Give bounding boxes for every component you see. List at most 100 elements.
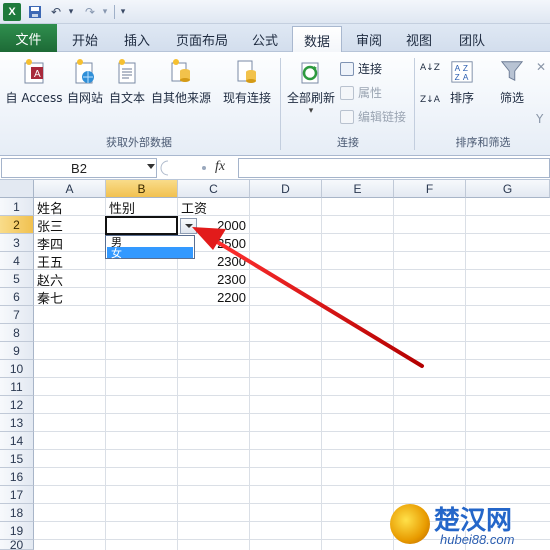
filter-label: 筛选 bbox=[499, 91, 524, 105]
tab-data[interactable]: 数据 bbox=[292, 26, 342, 53]
sort-a-to-z-icon: A↓Z bbox=[420, 63, 440, 73]
undo-dropdown-icon[interactable]: ▾ bbox=[66, 3, 76, 21]
tab-formulas[interactable]: 公式 bbox=[242, 26, 288, 52]
cell-c1[interactable]: 工资 bbox=[181, 198, 207, 217]
cell-name[interactable]: 赵六 bbox=[37, 270, 63, 289]
insert-function-icon[interactable]: fx bbox=[215, 159, 225, 175]
row-header[interactable]: 3 bbox=[0, 234, 34, 252]
advanced-filter-button[interactable]: Y bbox=[536, 112, 550, 126]
sort-z-to-a-button[interactable]: Z↓A bbox=[420, 95, 440, 105]
select-all-corner[interactable] bbox=[0, 180, 34, 198]
web-icon bbox=[73, 56, 97, 86]
from-text-label: 自文本 bbox=[108, 91, 145, 105]
refresh-all-dropdown-icon[interactable]: ▾ bbox=[309, 106, 314, 116]
column-header-d[interactable]: D bbox=[250, 180, 322, 198]
properties-button[interactable]: 属性 bbox=[340, 84, 382, 101]
refresh-all-button[interactable]: 全部刷新 ▾ bbox=[284, 56, 338, 116]
globe-logo-icon bbox=[390, 504, 430, 544]
cell-name[interactable]: 李四 bbox=[37, 234, 63, 253]
row-header[interactable]: 4 bbox=[0, 252, 34, 270]
tab-review[interactable]: 审阅 bbox=[346, 26, 392, 52]
redo-dropdown-icon[interactable]: ▾ bbox=[100, 3, 110, 21]
dropdown-option-female[interactable]: 女 bbox=[107, 247, 193, 260]
row-header[interactable]: 13 bbox=[0, 414, 34, 432]
column-header-a[interactable]: A bbox=[34, 180, 106, 198]
cell-salary[interactable]: 2200 bbox=[178, 288, 246, 306]
row-header[interactable]: 5 bbox=[0, 270, 34, 288]
properties-icon bbox=[340, 85, 354, 100]
cell-name[interactable]: 秦七 bbox=[37, 288, 63, 307]
row-header[interactable]: 20 bbox=[0, 538, 34, 550]
svg-text:A: A bbox=[34, 69, 41, 80]
tab-insert[interactable]: 插入 bbox=[112, 26, 162, 52]
row-header[interactable]: 14 bbox=[0, 432, 34, 450]
row-header[interactable]: 10 bbox=[0, 360, 34, 378]
cell-dropdown-button[interactable] bbox=[180, 218, 197, 234]
clear-filter-icon: ✕ bbox=[536, 60, 547, 74]
from-other-sources-label: 自其他来源 bbox=[150, 91, 211, 105]
sort-a-to-z-button[interactable]: A↓Z bbox=[420, 63, 440, 73]
cell-name[interactable]: 张三 bbox=[37, 216, 63, 235]
row-header[interactable]: 1 bbox=[0, 198, 34, 216]
row-header[interactable]: 6 bbox=[0, 288, 34, 306]
ribbon-panel: A 自 Access 自网站 自文本 自其他来源 现有连接 获取外部数据 全部刷… bbox=[0, 52, 550, 156]
redo-icon[interactable]: ↷ bbox=[82, 3, 98, 21]
from-web-button[interactable]: 自网站 bbox=[64, 56, 106, 106]
grid-line bbox=[34, 359, 550, 360]
validation-dropdown-list: 男 女 bbox=[105, 235, 195, 260]
formula-bar-splitter-icon[interactable] bbox=[160, 159, 210, 177]
row-header[interactable]: 15 bbox=[0, 450, 34, 468]
column-header-e[interactable]: E bbox=[322, 180, 394, 198]
other-sources-icon bbox=[169, 56, 193, 86]
column-header-f[interactable]: F bbox=[394, 180, 466, 198]
column-header-b[interactable]: B bbox=[106, 180, 178, 198]
row-header[interactable]: 8 bbox=[0, 324, 34, 342]
row-header[interactable]: 16 bbox=[0, 468, 34, 486]
refresh-icon bbox=[299, 56, 323, 86]
row-header[interactable]: 11 bbox=[0, 378, 34, 396]
sort-z-to-a-icon: Z↓A bbox=[420, 95, 440, 105]
row-header[interactable]: 9 bbox=[0, 342, 34, 360]
row-header[interactable]: 7 bbox=[0, 306, 34, 324]
row-header[interactable]: 2 bbox=[0, 216, 34, 234]
filter-button[interactable]: 筛选 bbox=[492, 56, 532, 106]
excel-app-icon[interactable]: X bbox=[3, 3, 21, 21]
active-cell-b2[interactable] bbox=[105, 216, 178, 235]
chevron-down-icon bbox=[184, 224, 193, 228]
existing-connections-icon bbox=[235, 56, 259, 86]
from-other-sources-button[interactable]: 自其他来源 bbox=[148, 56, 214, 106]
grid-line bbox=[34, 323, 550, 324]
grid-line bbox=[34, 413, 550, 414]
formula-input[interactable] bbox=[238, 158, 550, 178]
name-box[interactable]: B2 bbox=[1, 158, 157, 178]
from-access-button[interactable]: A 自 Access bbox=[4, 56, 64, 106]
row-header[interactable]: 17 bbox=[0, 486, 34, 504]
edit-links-button[interactable]: 编辑链接 bbox=[340, 108, 406, 125]
save-icon[interactable] bbox=[27, 3, 43, 21]
column-header-c[interactable]: C bbox=[178, 180, 250, 198]
from-web-label: 自网站 bbox=[66, 91, 103, 105]
grid-line bbox=[34, 395, 550, 396]
tab-file[interactable]: 文件 bbox=[0, 24, 57, 52]
clear-filter-button[interactable]: ✕ bbox=[536, 60, 550, 74]
cell-salary[interactable]: 2300 bbox=[178, 270, 246, 288]
cell-name[interactable]: 王五 bbox=[37, 252, 63, 271]
sort-button[interactable]: AZZA 排序 bbox=[444, 56, 480, 106]
row-header[interactable]: 12 bbox=[0, 396, 34, 414]
cell-a1[interactable]: 姓名 bbox=[37, 198, 63, 217]
cell-b1[interactable]: 性别 bbox=[109, 198, 135, 217]
from-text-button[interactable]: 自文本 bbox=[106, 56, 148, 106]
grid-line bbox=[34, 485, 550, 486]
name-box-dropdown-icon[interactable] bbox=[147, 164, 155, 169]
column-header-g[interactable]: G bbox=[466, 180, 550, 198]
existing-connections-button[interactable]: 现有连接 bbox=[218, 56, 276, 106]
undo-icon[interactable]: ↶ bbox=[48, 3, 64, 21]
tab-home[interactable]: 开始 bbox=[60, 26, 110, 52]
tab-view[interactable]: 视图 bbox=[396, 26, 442, 52]
tab-team[interactable]: 团队 bbox=[446, 26, 498, 52]
customize-qat-icon[interactable]: ▾ bbox=[118, 3, 128, 21]
tab-page-layout[interactable]: 页面布局 bbox=[166, 26, 238, 52]
formula-bar: B2 fx bbox=[0, 156, 550, 180]
connections-button[interactable]: 连接 bbox=[340, 60, 382, 77]
row-header[interactable]: 18 bbox=[0, 504, 34, 522]
